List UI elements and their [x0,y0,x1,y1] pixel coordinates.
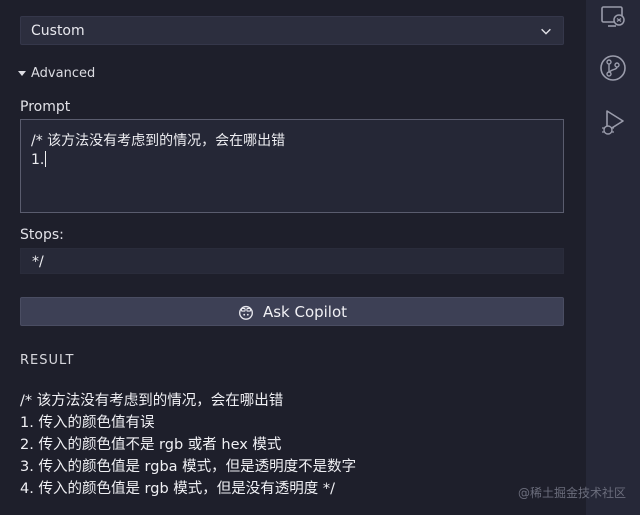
result-heading: RESULT [20,353,75,368]
source-control-icon[interactable] [598,53,628,83]
model-select-value: Custom [31,22,85,39]
watermark: @稀土掘金技术社区 [517,486,626,500]
result-line: 3. 传入的颜色值是 rgba 模式，但是透明度不是数字 [20,459,357,475]
prompt-line: 1. [31,151,47,168]
copilot-labs-panel: Custom Advanced Prompt /* 该方法没有考虑到的情况，会在… [0,0,586,515]
run-debug-icon[interactable] [598,107,628,137]
advanced-label: Advanced [31,65,96,81]
advanced-toggle[interactable]: Advanced [18,63,95,83]
result-output: /* 该方法没有考虑到的情况，会在哪出错 1. 传入的颜色值有误 2. 传入的颜… [20,390,580,500]
stops-input[interactable]: */ [20,248,564,274]
result-line: 2. 传入的颜色值不是 rgb 或者 hex 模式 [20,437,282,453]
chevron-down-icon [541,28,551,35]
activity-bar [586,0,640,515]
copilot-icon [238,305,253,320]
prompt-label: Prompt [20,99,71,115]
remote-explorer-icon[interactable] [598,2,628,32]
result-line: /* 该方法没有考虑到的情况，会在哪出错 [20,393,284,409]
prompt-textarea[interactable]: /* 该方法没有考虑到的情况，会在哪出错 1. [20,119,564,213]
model-select[interactable]: Custom [20,16,564,45]
text-caret [45,151,47,167]
ask-copilot-label: Ask Copilot [262,302,348,321]
result-line: 1. 传入的颜色值有误 [20,415,155,431]
ask-copilot-button[interactable]: Ask Copilot [20,297,564,326]
result-line: 4. 传入的颜色值是 rgb 模式，但是没有透明度 */ [20,481,336,497]
stops-label: Stops: [20,227,64,243]
caret-down-icon [18,71,26,76]
prompt-line: /* 该方法没有考虑到的情况，会在哪出错 [31,133,286,149]
